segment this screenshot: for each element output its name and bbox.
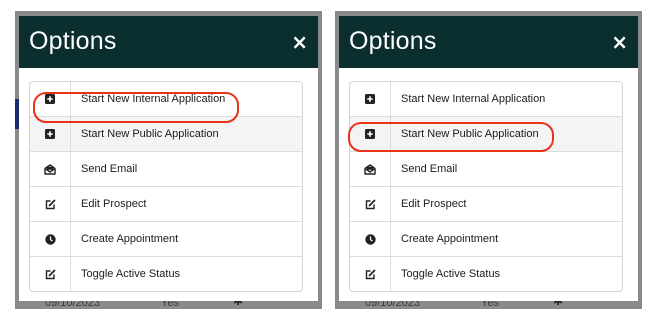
menu-item-label: Create Appointment [81,233,179,245]
screenshot-panel-left: 09/10/2023 Yes ✱ Options × Start New Int… [15,11,322,309]
menu-item-send-email[interactable]: Send Email [350,151,622,186]
menu-item-label: Start New Internal Application [401,93,546,105]
menu-item-label: Start New Internal Application [81,93,226,105]
menu-item-start-public-application[interactable]: Start New Public Application [30,116,302,151]
screenshot-panel-right: 09/10/2023 Yes ✱ Options × Start New Int… [335,11,642,309]
options-modal: Options × Start New Internal Application… [19,16,318,301]
menu-item-label: Edit Prospect [401,198,467,210]
menu-item-label: Edit Prospect [81,198,147,210]
menu-item-edit-prospect[interactable]: Edit Prospect [30,186,302,221]
menu-item-start-internal-application[interactable]: Start New Internal Application [350,82,622,116]
modal-header: Options × [19,16,318,68]
options-modal: Options × Start New Internal Application… [339,16,638,301]
menu-item-send-email[interactable]: Send Email [30,151,302,186]
edit-icon [350,257,391,291]
menu-item-create-appointment[interactable]: Create Appointment [350,221,622,256]
plus-square-icon [30,82,71,116]
modal-title: Options [29,27,117,55]
menu-item-toggle-active-status[interactable]: Toggle Active Status [30,256,302,291]
options-menu: Start New Internal Application Start New… [29,81,303,292]
menu-item-label: Create Appointment [401,233,499,245]
options-menu: Start New Internal Application Start New… [349,81,623,292]
menu-item-edit-prospect[interactable]: Edit Prospect [350,186,622,221]
menu-item-label: Toggle Active Status [401,268,501,280]
plus-square-icon [30,117,71,151]
close-icon[interactable]: × [291,30,308,54]
edit-icon [350,187,391,221]
menu-item-label: Send Email [81,163,138,175]
modal-title: Options [349,27,437,55]
envelope-open-icon [350,152,391,186]
clock-icon [350,222,391,256]
menu-item-label: Start New Public Application [81,128,219,140]
plus-square-icon [350,82,391,116]
close-icon[interactable]: × [611,30,628,54]
menu-item-label: Toggle Active Status [81,268,181,280]
menu-item-label: Start New Public Application [401,128,539,140]
menu-item-create-appointment[interactable]: Create Appointment [30,221,302,256]
edit-icon [30,257,71,291]
envelope-open-icon [30,152,71,186]
modal-header: Options × [339,16,638,68]
plus-square-icon [350,117,391,151]
edit-icon [30,187,71,221]
menu-item-start-public-application[interactable]: Start New Public Application [350,116,622,151]
menu-item-toggle-active-status[interactable]: Toggle Active Status [350,256,622,291]
menu-item-label: Send Email [401,163,458,175]
clock-icon [30,222,71,256]
menu-item-start-internal-application[interactable]: Start New Internal Application [30,82,302,116]
